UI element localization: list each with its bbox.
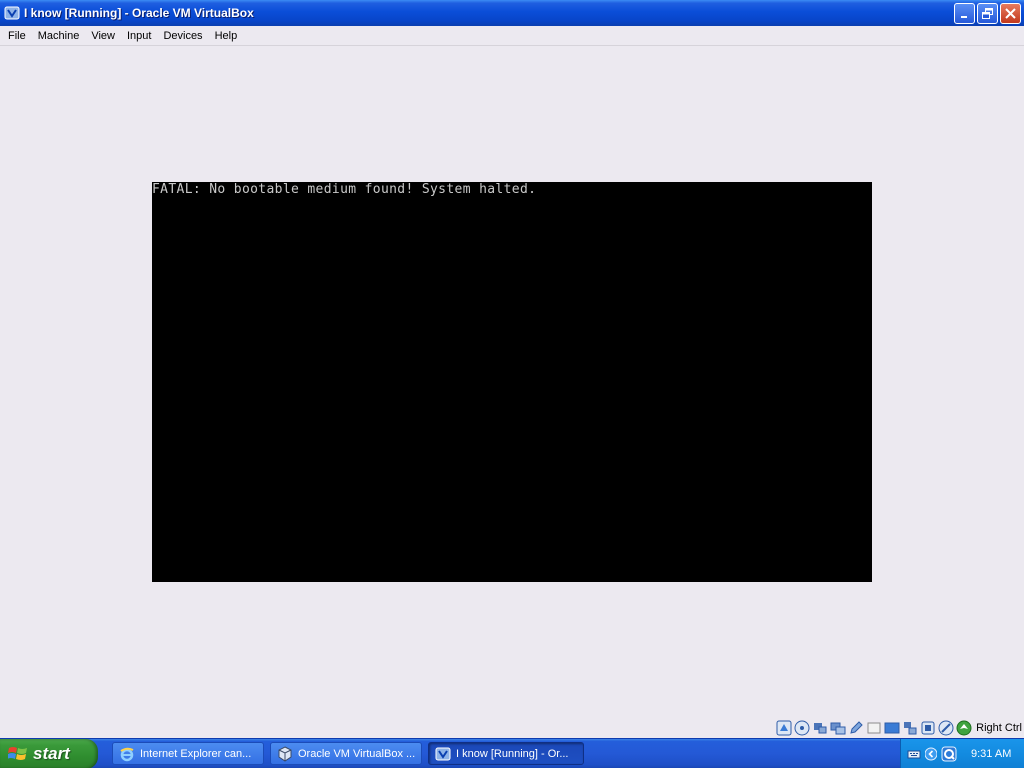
menu-devices[interactable]: Devices [157,27,208,45]
close-icon [1005,8,1016,19]
internet-explorer-icon [120,747,134,761]
quicktime-icon[interactable] [941,746,957,762]
keyboard-icon[interactable] [907,747,921,761]
task-label: Internet Explorer can... [140,747,252,760]
capture-icon[interactable] [956,720,972,736]
menu-view[interactable]: View [85,27,121,45]
network-icon[interactable] [902,720,918,736]
vm-workspace: FATAL: No bootable medium found! System … [0,46,1024,718]
minimize-button[interactable] [954,3,975,24]
window-controls [954,3,1021,24]
video-capture-icon[interactable] [920,720,936,736]
host-key-label: Right Ctrl [976,722,1022,734]
virtualbox-icon [435,747,451,760]
shared-folders-icon[interactable] [830,720,846,736]
virtualbox-icon [4,6,20,20]
window-title: I know [Running] - Oracle VM VirtualBox [24,6,254,20]
close-button[interactable] [1000,3,1021,24]
start-label: start [33,744,70,763]
optical-drive-icon[interactable] [794,720,810,736]
display-icon[interactable] [884,720,900,736]
menu-file[interactable]: File [2,27,32,45]
system-tray: 9:31 AM [900,739,1024,768]
taskbar-task-active[interactable]: I know [Running] - Or... [428,742,584,765]
restore-icon [982,8,993,19]
floppy-icon[interactable] [866,720,882,736]
clock[interactable]: 9:31 AM [971,748,1011,760]
windows-logo-icon [8,747,27,760]
pencil-icon[interactable] [848,720,864,736]
mouse-integration-icon[interactable] [938,720,954,736]
window-titlebar[interactable]: I know [Running] - Oracle VM VirtualBox [0,0,1024,26]
menu-input[interactable]: Input [121,27,157,45]
menu-bar: File Machine View Input Devices Help [0,26,1024,46]
taskbar-task[interactable]: Oracle VM VirtualBox ... [270,742,422,765]
vm-display[interactable]: FATAL: No bootable medium found! System … [152,182,872,582]
start-button[interactable]: start [0,739,98,768]
virtualbox-cube-icon [278,745,292,762]
task-label: Oracle VM VirtualBox ... [298,747,416,760]
taskbar: start Internet Explorer can... Oracle VM… [0,738,1024,768]
usb-icon[interactable] [812,720,828,736]
menu-help[interactable]: Help [209,27,244,45]
restore-button[interactable] [977,3,998,24]
menu-machine[interactable]: Machine [32,27,86,45]
vm-statusbar: Right Ctrl [0,718,1024,738]
taskbar-task[interactable]: Internet Explorer can... [112,742,264,765]
chevron-left-icon[interactable] [925,747,937,761]
task-label: I know [Running] - Or... [456,747,569,760]
hard-disk-icon[interactable] [776,720,792,736]
vm-console-text: FATAL: No bootable medium found! System … [152,182,537,197]
minimize-icon [961,16,967,18]
